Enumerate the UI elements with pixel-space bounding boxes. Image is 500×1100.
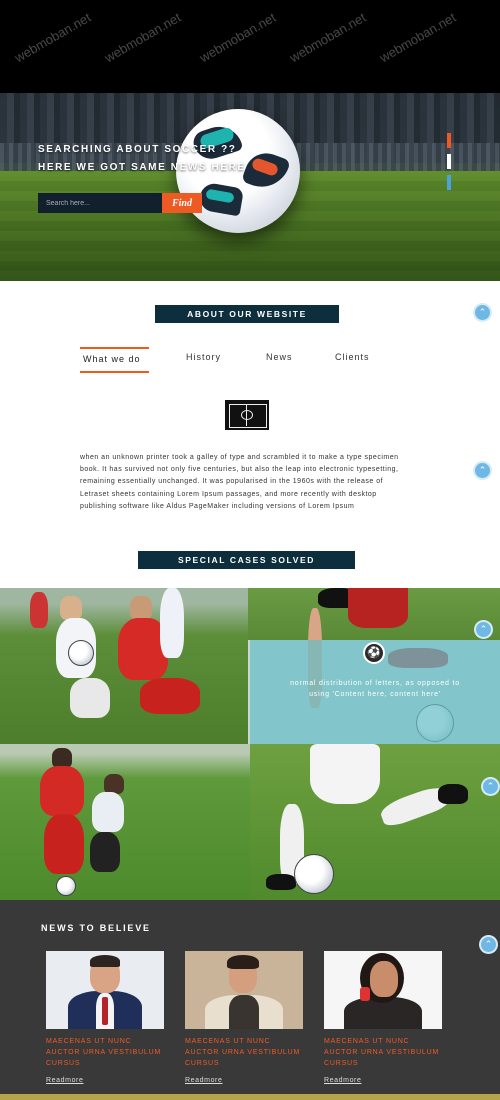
hero-banner: SEARCHING ABOUT Soccer ?? HERE WE GOT SA… xyxy=(0,93,500,281)
news-photo[interactable] xyxy=(46,951,164,1029)
about-title: ABOUT OUR WEBSITE xyxy=(155,305,339,323)
slider-dot-3[interactable] xyxy=(447,175,451,190)
news-section: NEWS TO BELIEVE ⌃ MAECENAS UT NUNC AUCTO… xyxy=(0,900,500,1100)
news-headline: MAECENAS UT NUNC AUCTOR URNA VESTIBULUM … xyxy=(185,1038,301,1067)
hero-line-1: SEARCHING ABOUT Soccer ?? xyxy=(38,144,237,155)
news-headline: MAECENAS UT NUNC AUCTOR URNA VESTIBULUM … xyxy=(46,1038,162,1067)
chevron-up-icon[interactable]: ⌃ xyxy=(476,622,491,637)
tab-what-we-do[interactable]: What we do xyxy=(80,347,149,373)
tab-history[interactable]: History xyxy=(186,347,221,373)
tab-news[interactable]: News xyxy=(266,347,293,373)
cases-gallery: ⚽ normal distribution of letters, as opp… xyxy=(0,588,500,900)
tab-clients[interactable]: Clients xyxy=(335,347,370,373)
top-header-bar xyxy=(0,0,500,93)
case-image-1[interactable] xyxy=(0,588,248,744)
search-input[interactable] xyxy=(38,193,162,213)
news-photo[interactable] xyxy=(185,951,303,1029)
chevron-up-icon[interactable]: ⌃ xyxy=(481,937,496,952)
find-button[interactable]: Find xyxy=(162,193,202,213)
chevron-up-icon[interactable]: ⌃ xyxy=(475,305,490,320)
news-photo[interactable] xyxy=(324,951,442,1029)
chevron-up-icon[interactable]: ⌃ xyxy=(475,463,490,478)
news-card: MAECENAS UT NUNC AUCTOR URNA VESTIBULUM … xyxy=(185,951,303,1087)
soccer-field-icon xyxy=(225,400,269,430)
readmore-link[interactable]: Readmore xyxy=(185,1077,222,1084)
news-card: MAECENAS UT NUNC AUCTOR URNA VESTIBULUM … xyxy=(324,951,442,1087)
news-headline: MAECENAS UT NUNC AUCTOR URNA VESTIBULUM … xyxy=(324,1038,440,1067)
search-form: Find xyxy=(38,193,202,213)
slider-dot-1[interactable] xyxy=(447,133,451,148)
soccer-ball-icon: ⚽ xyxy=(363,642,385,664)
footer-strip xyxy=(0,1094,500,1100)
news-title: NEWS TO BELIEVE xyxy=(41,923,151,933)
case-image-4[interactable] xyxy=(250,744,500,900)
news-card: MAECENAS UT NUNC AUCTOR URNA VESTIBULUM … xyxy=(46,951,164,1087)
cases-title: SPECIAL CASES SOLVED xyxy=(138,551,355,569)
overlay-text: normal distribution of letters, as oppos… xyxy=(290,680,460,698)
slider-dot-2[interactable] xyxy=(447,154,451,169)
slider-pagination xyxy=(447,133,452,196)
readmore-link[interactable]: Readmore xyxy=(46,1077,83,1084)
hero-headline: SEARCHING ABOUT Soccer ?? HERE WE GOT SA… xyxy=(38,141,246,177)
case-hover-overlay[interactable]: ⚽ normal distribution of letters, as opp… xyxy=(250,640,500,744)
about-body-text: when an unknown printer took a galley of… xyxy=(80,454,399,510)
chevron-up-icon[interactable]: ⌃ xyxy=(483,779,498,794)
hero-line-2: HERE WE GOT SAME NEWS HERE xyxy=(38,162,246,173)
readmore-link[interactable]: Readmore xyxy=(324,1077,361,1084)
about-tabs: What we do History News Clients xyxy=(80,347,400,373)
case-image-3[interactable] xyxy=(0,744,250,900)
